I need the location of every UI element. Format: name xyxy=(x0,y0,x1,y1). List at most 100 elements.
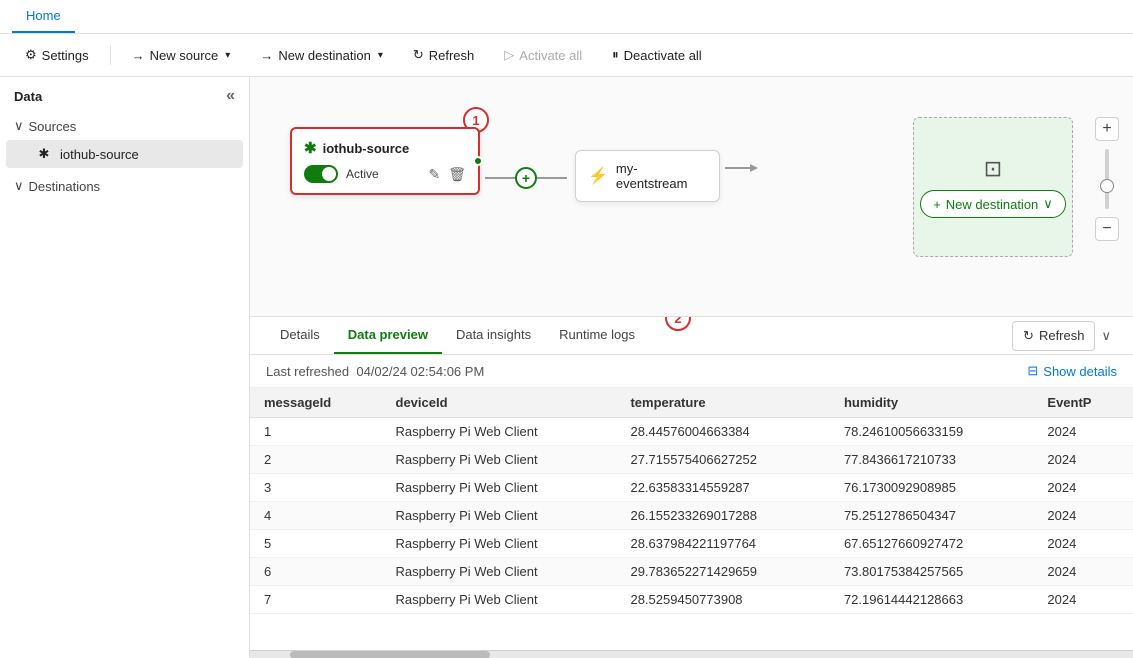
sidebar-destinations-section: ∨ Destinations xyxy=(0,171,249,201)
settings-button[interactable]: ⚙ Settings xyxy=(12,40,102,70)
new-destination-dropdown-icon: ▾ xyxy=(378,50,383,61)
last-refreshed-text: Last refreshed 04/02/24 02:54:06 PM xyxy=(266,364,484,379)
new-destination-canvas-button[interactable]: + New destination ∨ xyxy=(920,190,1066,218)
source-card: ✱ iothub-source Active ✎ 🗑 xyxy=(290,127,480,195)
table-row: 3Raspberry Pi Web Client22.6358331455928… xyxy=(250,474,1133,502)
zoom-controls: + − xyxy=(1095,117,1119,241)
table-cell: 2024 xyxy=(1033,586,1133,614)
table-cell: 78.24610056633159 xyxy=(830,418,1033,446)
status-label: Active xyxy=(346,167,379,181)
iothub-source-icon: ✱ xyxy=(36,146,52,162)
table-row: 6Raspberry Pi Web Client29.7836522714296… xyxy=(250,558,1133,586)
new-source-icon: → xyxy=(132,48,145,63)
table-cell: 1 xyxy=(250,418,382,446)
show-details-button[interactable]: ⊟ Show details xyxy=(1027,363,1117,379)
table-cell: Raspberry Pi Web Client xyxy=(382,418,617,446)
tab-home[interactable]: Home xyxy=(12,0,75,33)
zoom-out-button[interactable]: − xyxy=(1095,217,1119,241)
table-cell: 2024 xyxy=(1033,418,1133,446)
new-destination-icon: → xyxy=(260,48,273,63)
new-source-button[interactable]: → New source ▾ xyxy=(119,41,244,70)
edit-button[interactable]: ✎ xyxy=(428,166,440,183)
tab-bar: Home xyxy=(0,0,1133,34)
col-messageid: messageId xyxy=(250,388,382,418)
eventstream-arrow-head xyxy=(750,164,758,172)
table-cell: 77.8436617210733 xyxy=(830,446,1033,474)
panel-refresh-button[interactable]: ↻ Refresh xyxy=(1012,321,1095,351)
panel-expand-button[interactable]: ∨ xyxy=(1095,322,1117,350)
settings-icon: ⚙ xyxy=(25,47,37,63)
refresh-icon: ↻ xyxy=(413,47,424,63)
canvas-area: 1 ✱ iothub-source Active ✎ 🗑 xyxy=(250,77,1133,317)
toggle-knob xyxy=(322,167,336,181)
new-destination-button[interactable]: → New destination ▾ xyxy=(247,41,396,70)
table-cell: Raspberry Pi Web Client xyxy=(382,446,617,474)
table-cell: 73.80175384257565 xyxy=(830,558,1033,586)
refresh-button[interactable]: ↻ Refresh xyxy=(400,40,487,70)
table-cell: 76.1730092908985 xyxy=(830,474,1033,502)
table-cell: 2024 xyxy=(1033,474,1133,502)
table-cell: 29.783652271429659 xyxy=(616,558,829,586)
sidebar-header: Data « xyxy=(0,77,249,111)
table-cell: 27.715575406627252 xyxy=(616,446,829,474)
new-dest-dropdown-icon: ∨ xyxy=(1043,196,1053,212)
horizontal-scrollbar[interactable] xyxy=(250,650,1133,658)
eventstream-icon: ⚡ xyxy=(588,166,608,186)
active-toggle[interactable] xyxy=(304,165,338,183)
scrollbar-thumb[interactable] xyxy=(290,651,490,658)
sidebar-sources-section: ∨ Sources ✱ iothub-source xyxy=(0,111,249,171)
table-cell: 26.155233269017288 xyxy=(616,502,829,530)
eventstream-node[interactable]: ⚡ my-eventstream xyxy=(575,150,720,202)
activate-all-button[interactable]: ▷ Activate all xyxy=(491,40,595,70)
table-cell: 7 xyxy=(250,586,382,614)
tab-data-insights[interactable]: Data insights xyxy=(442,317,545,354)
tab-runtime-logs[interactable]: Runtime logs xyxy=(545,317,649,354)
source-card-icon: ✱ xyxy=(304,139,317,157)
table-row: 7Raspberry Pi Web Client28.5259450773908… xyxy=(250,586,1133,614)
sidebar-item-iothub-source[interactable]: ✱ iothub-source xyxy=(6,140,243,168)
table-cell: 67.65127660927472 xyxy=(830,530,1033,558)
table-cell: Raspberry Pi Web Client xyxy=(382,530,617,558)
sidebar: Data « ∨ Sources ✱ iothub-source ∨ Desti… xyxy=(0,77,250,658)
sidebar-destinations-toggle[interactable]: ∨ Destinations xyxy=(0,173,249,199)
data-table-container[interactable]: messageId deviceId temperature humidity … xyxy=(250,388,1133,650)
sidebar-collapse-button[interactable]: « xyxy=(226,87,235,105)
deactivate-all-icon: ⏸ xyxy=(612,47,619,63)
zoom-slider[interactable] xyxy=(1105,149,1109,209)
connector-line-1 xyxy=(485,177,515,179)
bottom-panel: 2 Details Data preview Data insights Run… xyxy=(250,317,1133,658)
tab-details[interactable]: Details xyxy=(266,317,334,354)
connection-dot xyxy=(473,156,483,166)
new-dest-plus-icon: + xyxy=(933,197,941,212)
table-cell: 3 xyxy=(250,474,382,502)
table-cell: 28.5259450773908 xyxy=(616,586,829,614)
table-cell: 2 xyxy=(250,446,382,474)
panel-tabs-row: Details Data preview Data insights Runti… xyxy=(250,317,1133,355)
table-cell: 28.637984221197764 xyxy=(616,530,829,558)
table-cell: 5 xyxy=(250,530,382,558)
table-cell: 2024 xyxy=(1033,558,1133,586)
table-cell: 75.2512786504347 xyxy=(830,502,1033,530)
table-cell: 72.19614442128663 xyxy=(830,586,1033,614)
table-cell: 2024 xyxy=(1033,446,1133,474)
zoom-in-button[interactable]: + xyxy=(1095,117,1119,141)
table-cell: 28.44576004663384 xyxy=(616,418,829,446)
connector-plus-button[interactable]: + xyxy=(515,167,537,189)
zoom-handle[interactable] xyxy=(1100,179,1114,193)
sidebar-sources-toggle[interactable]: ∨ Sources xyxy=(0,113,249,139)
table-cell: Raspberry Pi Web Client xyxy=(382,586,617,614)
delete-button[interactable]: 🗑 xyxy=(448,166,466,183)
table-cell: Raspberry Pi Web Client xyxy=(382,558,617,586)
source-card-title: ✱ iothub-source xyxy=(304,139,466,157)
table-cell: Raspberry Pi Web Client xyxy=(382,474,617,502)
deactivate-all-button[interactable]: ⏸ Deactivate all xyxy=(599,40,715,70)
table-cell: 6 xyxy=(250,558,382,586)
col-eventp: EventP xyxy=(1033,388,1133,418)
panel-refresh-icon: ↻ xyxy=(1023,328,1034,344)
table-cell: Raspberry Pi Web Client xyxy=(382,502,617,530)
table-body: 1Raspberry Pi Web Client28.4457600466338… xyxy=(250,418,1133,614)
table-row: 1Raspberry Pi Web Client28.4457600466338… xyxy=(250,418,1133,446)
tab-data-preview[interactable]: Data preview xyxy=(334,317,442,354)
table-header-row: messageId deviceId temperature humidity … xyxy=(250,388,1133,418)
table-row: 5Raspberry Pi Web Client28.6379842211977… xyxy=(250,530,1133,558)
